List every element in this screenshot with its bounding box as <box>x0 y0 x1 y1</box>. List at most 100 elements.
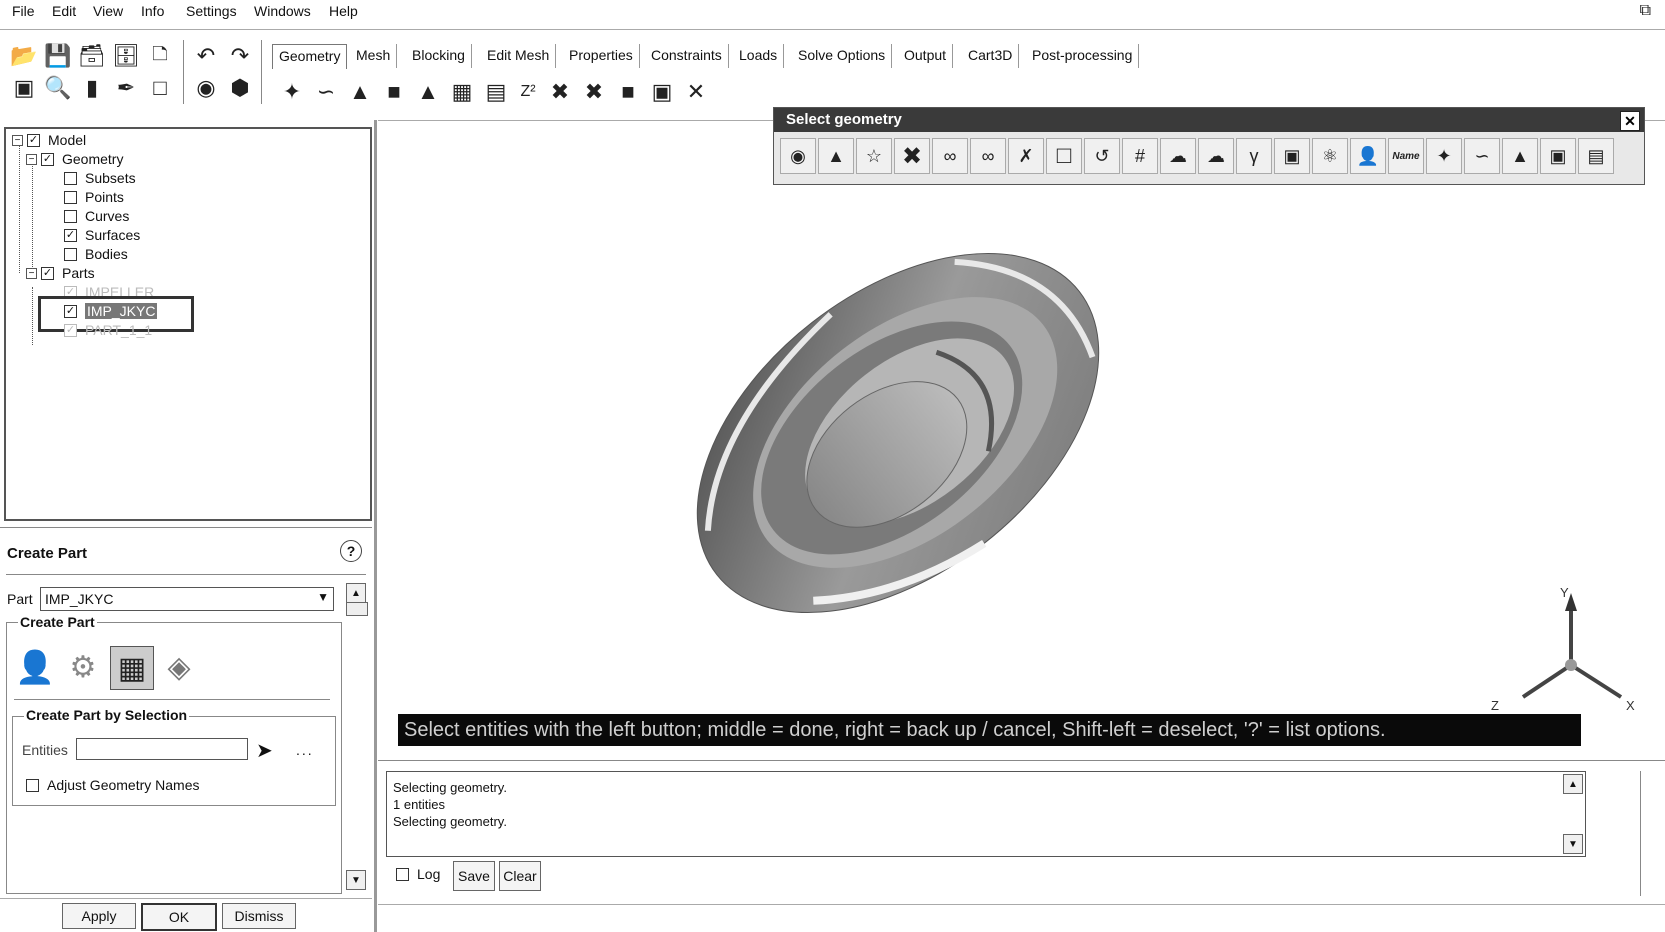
menu-file[interactable]: File <box>12 3 35 19</box>
dismiss-button[interactable]: Dismiss <box>222 903 296 929</box>
import-icon[interactable]: 🗄 <box>112 42 140 70</box>
create-part-by-mesh-icon[interactable]: ◈ <box>158 646 200 688</box>
select-box-icon[interactable]: □ <box>1046 138 1082 174</box>
wireframe-icon[interactable]: ◉ <box>192 74 220 102</box>
delete-curve-icon[interactable]: ✖ <box>580 78 608 106</box>
select-curve-filter-icon[interactable]: ∽ <box>1464 138 1500 174</box>
save-as-icon[interactable]: 🗃 <box>78 42 106 70</box>
tab-constraints[interactable]: Constraints <box>645 44 729 68</box>
create-surface-icon[interactable]: ▲ <box>346 78 374 106</box>
adjust-geometry-names-checkbox[interactable] <box>26 778 39 792</box>
save-icon[interactable]: 💾 <box>44 42 72 70</box>
help-icon[interactable]: ? <box>340 540 362 562</box>
select-grid-icon[interactable]: # <box>1122 138 1158 174</box>
close-icon[interactable]: ✕ <box>1620 111 1640 131</box>
tab-properties[interactable]: Properties <box>563 44 640 68</box>
create-part-by-selection-icon[interactable]: 👤 <box>14 646 56 688</box>
select-by-part-icon-2[interactable]: 👤 <box>1350 138 1386 174</box>
create-point-icon[interactable]: ✦ <box>278 78 306 106</box>
delete-surface-icon[interactable]: ■ <box>614 78 642 106</box>
menu-view[interactable]: View <box>93 3 123 19</box>
toggle-bodies-icon[interactable]: ▣ <box>1274 138 1310 174</box>
delete-body-icon[interactable]: ▣ <box>648 78 676 106</box>
tree-node-curves[interactable]: Curves <box>64 207 129 225</box>
log-checkbox[interactable] <box>396 867 409 881</box>
panel-scroll-down-button[interactable]: ▼ <box>346 870 366 890</box>
tab-solve-options[interactable]: Solve Options <box>792 44 893 68</box>
open-icon[interactable]: 📂 <box>10 42 38 70</box>
tree-node-model[interactable]: − ✓ Model <box>12 131 86 149</box>
select-cross-icon[interactable]: ✖ <box>894 138 930 174</box>
menu-settings[interactable]: Settings <box>186 3 237 19</box>
panel-scroll-thumb[interactable] <box>346 602 368 616</box>
message-scroll-up-button[interactable]: ▲ <box>1563 774 1583 794</box>
solid-icon[interactable]: ⬢ <box>226 74 254 102</box>
tab-blocking[interactable]: Blocking <box>406 44 472 68</box>
clear-log-button[interactable]: Clear <box>499 861 541 891</box>
tree-node-bodies[interactable]: Bodies <box>64 245 128 263</box>
tab-post-processing[interactable]: Post-processing <box>1026 44 1140 68</box>
delete-point-icon[interactable]: ✖ <box>546 78 574 106</box>
pane-splitter[interactable] <box>374 120 377 932</box>
select-all-filter-icon[interactable]: ▤ <box>1578 138 1614 174</box>
panel-scroll-up-button[interactable]: ▲ <box>346 583 366 603</box>
create-faceted-icon[interactable]: ▲ <box>414 78 442 106</box>
geometry-settings-icon[interactable]: Z² <box>514 78 542 106</box>
menu-help[interactable]: Help <box>329 3 358 19</box>
entities-more-button[interactable]: ... <box>296 742 314 758</box>
save-log-button[interactable]: Save <box>453 861 495 891</box>
create-part-by-entity-icon[interactable]: ▦ <box>110 646 154 690</box>
transform-geometry-icon[interactable]: ▤ <box>482 78 510 106</box>
entities-input[interactable] <box>76 738 248 760</box>
tree-node-parts[interactable]: − ✓ Parts <box>26 264 95 282</box>
ok-button[interactable]: OK <box>141 903 217 931</box>
select-by-subset-icon[interactable]: ⚛ <box>1312 138 1348 174</box>
tree-node-geometry[interactable]: − ✓ Geometry <box>26 150 123 168</box>
select-point-filter-icon[interactable]: ✦ <box>1426 138 1462 174</box>
create-curve-icon[interactable]: ∽ <box>312 78 340 106</box>
select-by-part-icon[interactable]: ▲ <box>818 138 854 174</box>
repair-geometry-icon[interactable]: ▦ <box>448 78 476 106</box>
toggle-curves-icon[interactable]: ☁ <box>1198 138 1234 174</box>
export-icon[interactable]: 🗅 <box>146 41 174 70</box>
tab-cart3d[interactable]: Cart3D <box>962 44 1020 68</box>
select-surface-filter-icon[interactable]: ▲ <box>1502 138 1538 174</box>
deselect-icon[interactable]: ✗ <box>1008 138 1044 174</box>
tab-loads[interactable]: Loads <box>733 44 785 68</box>
fit-window-icon[interactable]: ▣ <box>10 74 38 102</box>
tab-mesh[interactable]: Mesh <box>350 44 398 68</box>
menu-edit[interactable]: Edit <box>52 3 76 19</box>
create-body-icon[interactable]: ■ <box>380 78 408 106</box>
select-star-icon[interactable]: ☆ <box>856 138 892 174</box>
menu-info[interactable]: Info <box>141 3 164 19</box>
apply-button[interactable]: Apply <box>62 903 136 929</box>
redo-icon[interactable]: ↷ <box>226 42 254 70</box>
tab-geometry[interactable]: Geometry <box>272 44 348 69</box>
tree-node-points[interactable]: Points <box>64 188 124 206</box>
select-invisible-icon[interactable]: ∞ <box>970 138 1006 174</box>
tree-node-surfaces[interactable]: ✓ Surfaces <box>64 226 140 244</box>
distance-icon[interactable]: □ <box>146 74 174 102</box>
select-body-filter-icon[interactable]: ▣ <box>1540 138 1576 174</box>
select-cursor-icon[interactable]: ➤ <box>256 738 273 763</box>
hidden-line-icon[interactable]: ▮ <box>78 74 106 102</box>
message-scroll-down-button[interactable]: ▼ <box>1563 834 1583 854</box>
tree-node-part-1-1[interactable]: ✓ PART_1_1 <box>64 321 152 339</box>
menu-windows[interactable]: Windows <box>254 3 311 19</box>
select-by-name-icon[interactable]: Name <box>1388 138 1424 174</box>
tab-edit-mesh[interactable]: Edit Mesh <box>481 44 557 68</box>
select-polygon-icon[interactable]: ↺ <box>1084 138 1120 174</box>
adjust-geometry-names-option[interactable]: Adjust Geometry Names <box>26 777 200 793</box>
part-select[interactable]: IMP_JKYC ▼ <box>40 587 334 611</box>
undo-icon[interactable]: ↶ <box>192 42 220 70</box>
measure-icon[interactable]: ✒ <box>112 74 140 102</box>
zoom-icon[interactable]: 🔍 <box>44 74 72 102</box>
select-visible-icon[interactable]: ∞ <box>932 138 968 174</box>
log-option[interactable]: Log <box>396 866 440 882</box>
select-all-parts-icon[interactable]: ◉ <box>780 138 816 174</box>
tab-output[interactable]: Output <box>898 44 954 68</box>
toggle-surfaces-icon[interactable]: γ <box>1236 138 1272 174</box>
delete-any-entity-icon[interactable]: ✕ <box>682 78 710 106</box>
graphics-viewport[interactable]: Y Z X <box>378 123 1665 763</box>
tree-node-subsets[interactable]: Subsets <box>64 169 136 187</box>
